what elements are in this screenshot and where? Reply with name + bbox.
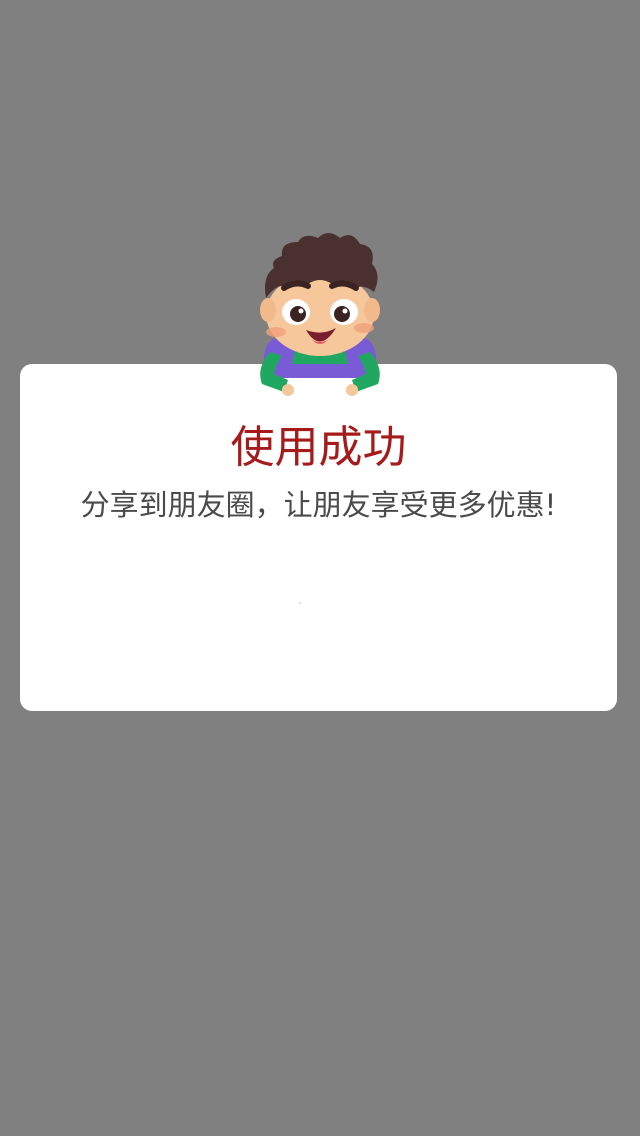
success-dialog: 使用成功 分享到朋友圈，让朋友享受更多优惠! [20,364,617,711]
dialog-title: 使用成功 [230,422,407,473]
share-qrcode-area[interactable] [299,602,301,604]
cartoon-boy-icon [256,228,384,400]
dialog-message: 分享到朋友圈，让朋友享受更多优惠! [80,488,557,522]
